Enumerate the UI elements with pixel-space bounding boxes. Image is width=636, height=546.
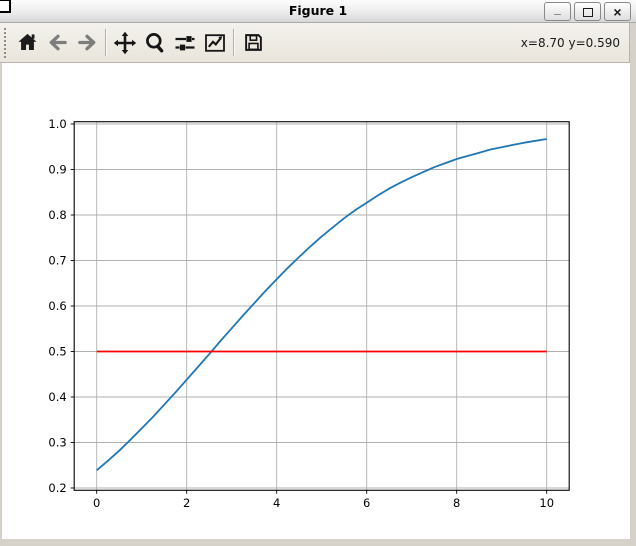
subplots-sliders-icon — [175, 35, 195, 50]
subplots-button[interactable] — [170, 27, 200, 59]
zoom-button[interactable] — [140, 27, 170, 59]
y-tick-label: 0.8 — [48, 208, 66, 222]
y-tick-label: 0.4 — [48, 390, 66, 404]
y-tick-label: 0.2 — [48, 481, 66, 495]
x-tick-label: 10 — [539, 496, 554, 510]
home-button[interactable] — [12, 27, 42, 59]
y-tick-label: 0.5 — [48, 345, 66, 359]
y-tick-label: 1.0 — [48, 117, 66, 131]
minimize-button[interactable]: _ — [544, 2, 571, 21]
x-tick-label: 0 — [93, 496, 100, 510]
x-tick-label: 4 — [273, 496, 280, 510]
save-floppy-icon — [244, 34, 262, 51]
navigation-toolbar: x=8.70 y=0.590 — [0, 23, 630, 63]
toolbar-separator — [233, 29, 235, 56]
window-title: Figure 1 — [288, 3, 348, 18]
forward-arrow-icon — [77, 34, 95, 51]
maximize-icon — [582, 7, 593, 17]
back-arrow-icon — [49, 34, 67, 51]
titlebar[interactable]: Figure 1 _ × — [0, 0, 636, 23]
plot-svg[interactable]: 0 2 4 6 8 10 0.2 0.3 0.4 0.5 0.6 0.7 0.8 0.9 1.0 — [2, 63, 630, 539]
y-tick-label: 0.3 — [48, 436, 66, 450]
close-icon: × — [613, 3, 622, 20]
x-tick-label: 2 — [183, 496, 190, 510]
y-tick-label: 0.6 — [48, 299, 66, 313]
minimize-icon: _ — [554, 1, 561, 16]
customize-button[interactable] — [200, 27, 230, 59]
line-chart-icon — [205, 33, 225, 52]
window-controls: _ × — [544, 2, 631, 21]
figure-canvas[interactable]: 0 2 4 6 8 10 0.2 0.3 0.4 0.5 0.6 0.7 0.8 0.9 1.0 — [2, 63, 630, 539]
save-button[interactable] — [238, 27, 268, 59]
cursor-position-readout: x=8.70 y=0.590 — [520, 35, 620, 50]
figure-window: Figure 1 _ × x=8.70 y=0.590 0 2 4 6 8 10… — [0, 0, 636, 546]
y-tick-label: 0.9 — [48, 163, 66, 177]
back-button[interactable] — [42, 27, 72, 59]
x-tick-label: 6 — [363, 496, 370, 510]
toolbar-drag-handle[interactable] — [4, 27, 8, 58]
zoom-icon — [146, 32, 164, 52]
forward-button[interactable] — [72, 27, 102, 59]
close-button[interactable]: × — [604, 2, 631, 21]
pan-button[interactable] — [110, 27, 140, 59]
maximize-button[interactable] — [574, 2, 601, 21]
pan-icon — [113, 31, 137, 54]
x-tick-label: 8 — [453, 496, 460, 510]
home-icon — [17, 33, 37, 50]
y-tick-label: 0.7 — [48, 254, 66, 268]
toolbar-separator — [105, 29, 107, 56]
